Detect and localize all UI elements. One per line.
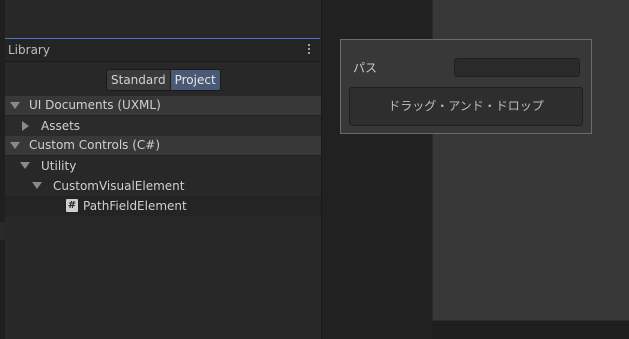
library-panel: Library Standard Project UI Documents (U…	[0, 0, 322, 339]
library-tree: UI Documents (UXML) Assets Custom Contro…	[5, 96, 321, 216]
tree-item-custom-controls[interactable]: Custom Controls (C#)	[5, 136, 321, 156]
standard-toggle-button[interactable]: Standard	[106, 69, 171, 91]
tree-item-ui-documents[interactable]: UI Documents (UXML)	[5, 96, 321, 116]
tree-item-label: CustomVisualElement	[53, 179, 185, 193]
expand-arrow-icon[interactable]	[9, 96, 21, 116]
expand-arrow-icon[interactable]	[9, 136, 21, 156]
tree-item-assets[interactable]: Assets	[5, 116, 321, 136]
tree-item-label: Utility	[41, 159, 77, 173]
csharp-hash-icon: #	[66, 199, 78, 212]
tree-item-label: Custom Controls (C#)	[29, 138, 161, 152]
expand-arrow-icon[interactable]	[19, 156, 31, 176]
library-header: Library	[5, 38, 320, 62]
tree-item-customvisualelement[interactable]: CustomVisualElement	[5, 176, 321, 196]
library-title: Library	[8, 43, 50, 57]
expand-arrow-icon[interactable]	[31, 176, 43, 196]
kebab-menu-icon[interactable]	[305, 42, 313, 56]
path-field-element[interactable]: パス ドラッグ・アンド・ドロップ	[340, 39, 592, 134]
splitter-handle[interactable]	[0, 222, 5, 240]
upper-panel-area	[5, 0, 321, 38]
tree-item-label: UI Documents (UXML)	[29, 98, 161, 112]
tree-item-label: Assets	[41, 119, 81, 133]
tree-item-utility[interactable]: Utility	[5, 156, 321, 176]
tree-item-pathfieldelement[interactable]: # PathFieldElement	[5, 196, 321, 216]
project-toggle-button[interactable]: Project	[170, 69, 221, 91]
path-label: パス	[353, 61, 378, 75]
path-input[interactable]	[454, 58, 580, 77]
tree-item-label: PathFieldElement	[83, 199, 187, 213]
drag-and-drop-button[interactable]: ドラッグ・アンド・ドロップ	[349, 87, 583, 126]
collapse-arrow-icon[interactable]	[19, 116, 31, 136]
library-view-toggle: Standard Project	[106, 69, 221, 91]
